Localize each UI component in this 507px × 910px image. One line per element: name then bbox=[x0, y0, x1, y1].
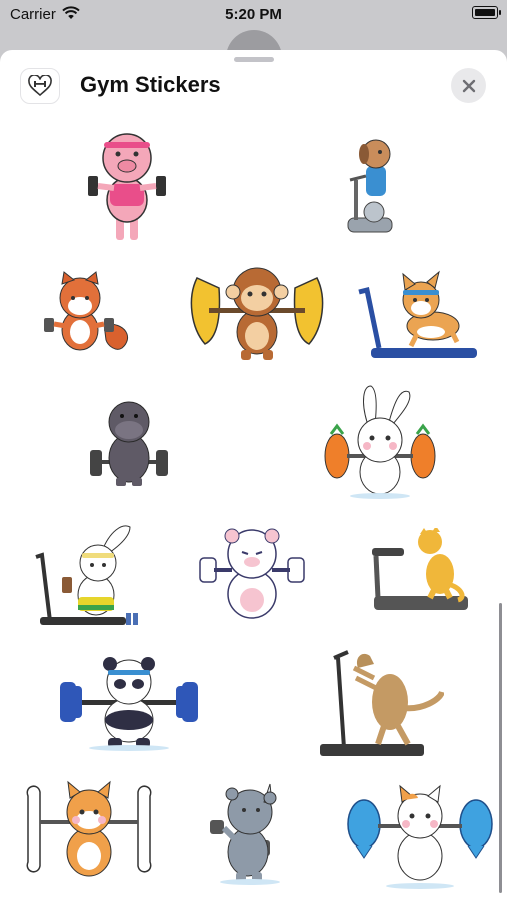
cat-fish-barbell-sticker[interactable] bbox=[344, 780, 496, 890]
heart-dumbbell-icon bbox=[20, 68, 60, 104]
page-title: Gym Stickers bbox=[80, 72, 221, 97]
pig-dumbbells-sticker[interactable] bbox=[86, 124, 168, 242]
status-bar: Carrier 5:20 PM bbox=[0, 0, 507, 30]
red-panda-dumbbells-sticker[interactable] bbox=[42, 268, 136, 354]
bunny-carrot-barbell-sticker[interactable] bbox=[323, 382, 437, 500]
dog-exercise-bike-sticker[interactable] bbox=[344, 132, 396, 238]
polar-bear-dumbbells-sticker[interactable] bbox=[198, 522, 306, 626]
scrollbar[interactable] bbox=[499, 603, 502, 893]
bunny-treadmill-sticker[interactable] bbox=[30, 517, 142, 629]
battery-icon bbox=[472, 6, 501, 19]
shiba-bone-barbell-sticker[interactable] bbox=[22, 778, 156, 888]
dog-treadmill-sticker[interactable] bbox=[318, 648, 444, 760]
close-icon bbox=[462, 79, 475, 92]
cat-treadmill-sticker[interactable] bbox=[370, 528, 470, 618]
hippo-dumbbells-sticker[interactable] bbox=[88, 398, 170, 488]
sticker-sheet: Gym Stickers bbox=[0, 50, 507, 910]
rhino-dumbbells-sticker[interactable] bbox=[208, 778, 294, 886]
corgi-treadmill-sticker[interactable] bbox=[357, 268, 479, 364]
sheet-grabber[interactable] bbox=[234, 57, 274, 62]
panda-barbell-sticker[interactable] bbox=[58, 656, 200, 752]
clock: 5:20 PM bbox=[225, 6, 282, 23]
monkey-banana-barbell-sticker[interactable] bbox=[187, 258, 327, 362]
close-button[interactable] bbox=[451, 68, 486, 103]
